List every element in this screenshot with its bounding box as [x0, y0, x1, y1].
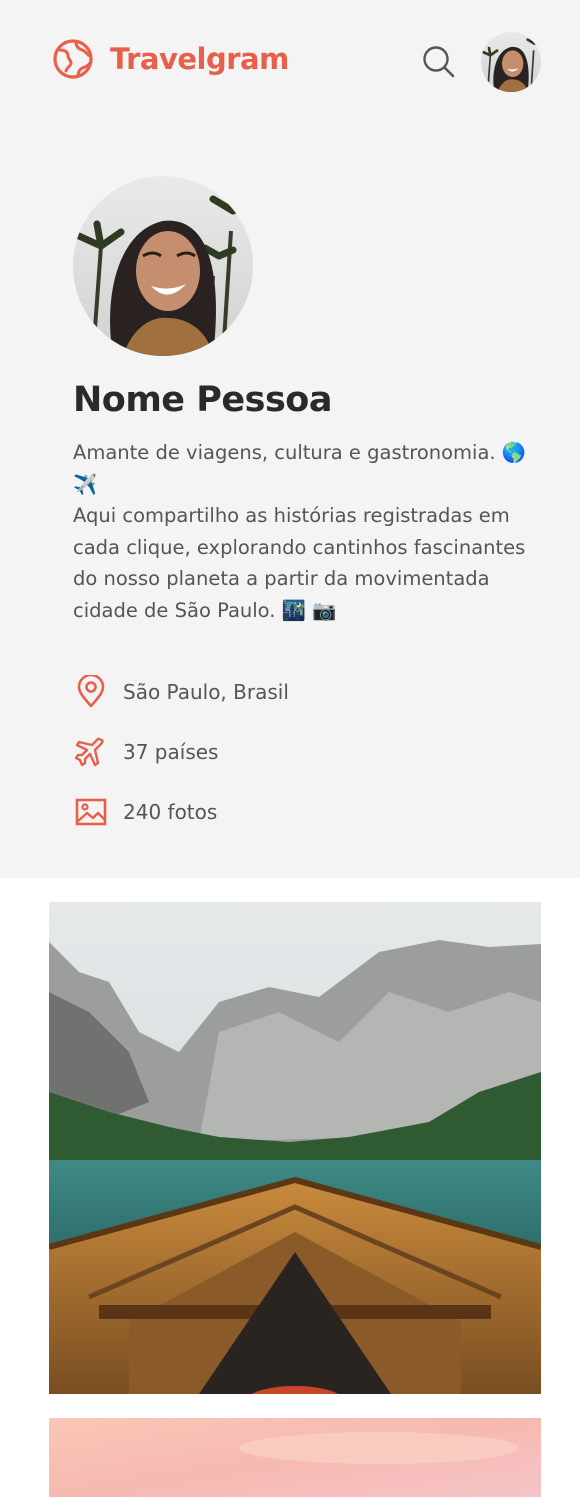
bio-line: Amante de viagens, cultura e gastronomia…: [73, 441, 527, 496]
stat-countries: 37 países: [75, 735, 218, 769]
search-icon[interactable]: [421, 44, 457, 80]
header: Travelgram: [0, 0, 580, 120]
user-avatar[interactable]: [481, 32, 541, 92]
map-pin-icon: [77, 675, 105, 708]
bio-line: Aqui compartilho as histórias registrada…: [73, 504, 526, 622]
profile-section: Travelgram Nome Pessoa Amante de viagens…: [0, 0, 580, 878]
logo[interactable]: Travelgram: [52, 38, 289, 80]
gallery-photo[interactable]: [49, 1418, 541, 1497]
stat-label: 240 fotos: [123, 800, 218, 824]
brand-name: Travelgram: [110, 42, 289, 76]
profile-photo: [73, 176, 253, 356]
profile-name: Nome Pessoa: [73, 380, 332, 420]
stat-photos: 240 fotos: [75, 795, 217, 829]
plane-icon: [75, 737, 104, 767]
profile-bio: Amante de viagens, cultura e gastronomia…: [73, 437, 543, 626]
globe-icon: [53, 39, 93, 79]
gallery-photo[interactable]: [49, 902, 541, 1394]
stat-location: São Paulo, Brasil: [75, 675, 289, 709]
stat-label: São Paulo, Brasil: [123, 680, 289, 704]
image-icon: [75, 798, 107, 826]
stat-label: 37 países: [123, 740, 219, 764]
